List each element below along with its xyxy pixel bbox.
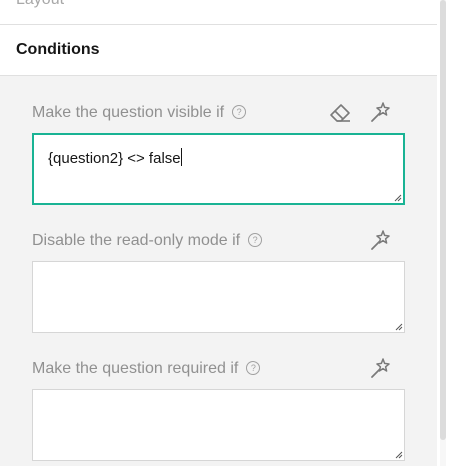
resize-grip-icon[interactable] <box>394 194 402 202</box>
layout-section-title: Layout <box>16 0 64 9</box>
visible-if-label: Make the question visible if? <box>32 104 247 122</box>
readonly-if-label-text: Disable the read-only mode if <box>32 232 241 249</box>
text-caret <box>180 148 182 166</box>
conditions-section-header[interactable]: Conditions <box>0 25 437 76</box>
resize-grip-icon[interactable] <box>395 451 403 459</box>
readonly-if-textarea[interactable] <box>32 261 405 333</box>
scrollbar-thumb[interactable] <box>440 0 446 440</box>
required-if-label: Make the question required if? <box>32 360 261 378</box>
resize-grip-icon[interactable] <box>395 323 403 331</box>
help-icon[interactable]: ? <box>232 105 247 119</box>
magic-wand-icon[interactable] <box>369 100 393 124</box>
help-icon[interactable]: ? <box>246 361 261 375</box>
visible-if-textarea[interactable]: {question2} <> false <box>32 133 405 205</box>
visible-if-expression: {question2} <> false <box>48 148 182 167</box>
required-if-label-text: Make the question required if <box>32 360 239 377</box>
readonly-if-label: Disable the read-only mode if? <box>32 232 263 250</box>
eraser-icon[interactable] <box>328 101 352 125</box>
required-if-textarea[interactable] <box>32 389 405 461</box>
magic-wand-icon[interactable] <box>369 228 393 252</box>
magic-wand-icon[interactable] <box>369 356 393 380</box>
visible-if-label-text: Make the question visible if <box>32 104 225 121</box>
property-panel: Layout Conditions Make the question visi… <box>0 0 437 466</box>
help-icon[interactable]: ? <box>248 233 263 247</box>
layout-section-header[interactable]: Layout <box>0 0 437 25</box>
conditions-section-title: Conditions <box>16 41 100 58</box>
